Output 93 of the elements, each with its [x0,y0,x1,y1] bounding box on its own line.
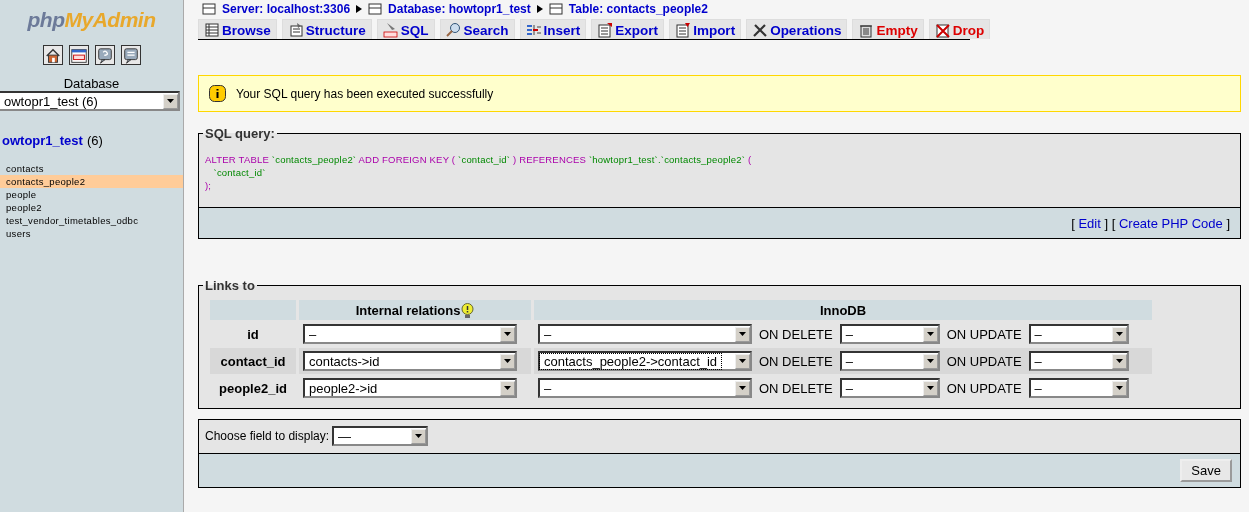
arrow-icon [536,4,543,13]
select-field[interactable]: – [839,351,940,371]
bracket-text: [ [1071,215,1075,231]
breadcrumb-link[interactable]: Server: localhost:3306 [222,1,351,16]
dropdown-arrow-icon [1115,386,1123,390]
code-line: `contact_id` [212,166,267,179]
breadcrumb-link[interactable]: Table: contacts_people2 [568,1,708,16]
tab[interactable]: Structure [281,19,372,39]
dropdown-arrow-icon [739,359,746,363]
help-icon[interactable] [94,45,115,65]
select-field[interactable]: contacts->id [303,351,517,371]
select-field[interactable]: – [538,378,752,398]
table-count: (6) [86,133,103,148]
tab[interactable]: Empty [852,19,924,39]
arrow-icon [356,4,363,13]
table-link[interactable]: test_vendor_timetables_odbc [0,214,183,227]
field-name: people2_id [219,380,287,396]
field-label: Choose field to display: [205,429,330,443]
select-field[interactable]: – [538,324,752,344]
home-icon[interactable] [42,45,63,65]
dropdown-arrow-icon [1115,359,1123,363]
dropdown-arrow-icon [504,332,511,336]
dropdown-arrow-icon [504,359,511,363]
dropdown-arrow-icon [415,434,423,438]
select-field[interactable]: owtopr1_test (6) [0,91,180,111]
breadcrumb-link[interactable]: Database: howtopr1_test [388,1,531,16]
dropdown-arrow-icon [167,99,174,103]
on-delete-label: ON DELETE [759,353,833,369]
save-button[interactable]: Save [1180,459,1232,482]
query-link[interactable]: Create PHP Code [1118,215,1223,231]
on-update-label: ON UPDATE [946,353,1022,369]
bracket-text: ] [1104,215,1109,231]
table-link[interactable]: contacts_people2 [0,175,183,188]
select-field[interactable]: – [303,324,517,344]
insert-icon [525,22,542,38]
select-field[interactable]: contacts_people2->contact_id [538,351,752,371]
on-delete-label: ON DELETE [759,380,833,396]
tab[interactable]: Drop [928,19,991,39]
column-header: InnoDB [819,302,867,318]
table-icon [204,22,220,38]
tab[interactable]: Browse [198,19,277,39]
bracket-text: [ [1111,215,1116,231]
table-link[interactable]: people [0,188,183,201]
dropdown-arrow-icon [504,386,511,390]
select-field[interactable]: – [1028,378,1129,398]
delete-icon [934,22,951,38]
message-text: Your SQL query has been executed successfully [236,86,494,101]
on-update-label: ON UPDATE [946,326,1022,342]
tab[interactable]: Import [669,19,742,39]
logo: phpMyAdmin [26,8,157,32]
tab[interactable]: Search [439,19,515,39]
dropdown-arrow-icon [926,332,934,336]
on-delete-label: ON DELETE [759,326,833,342]
tab[interactable]: Operations [746,19,848,39]
tab[interactable]: SQL [376,19,435,39]
panel-legend: Links to [203,278,257,293]
database-link[interactable]: owtopr1_test [2,133,83,148]
dropdown-arrow-icon [926,359,934,363]
select-field[interactable]: — [332,426,429,446]
table-link[interactable]: users [0,227,183,240]
bracket-text: ] [1226,215,1230,231]
select-field[interactable]: – [839,378,940,398]
search-icon [445,22,462,38]
sql-window-icon[interactable] [68,45,89,65]
table-link[interactable]: contacts [0,162,183,175]
import-icon [675,22,692,38]
structure-icon [287,22,304,38]
field-name: contact_id [220,353,286,369]
select-field[interactable]: – [1028,351,1129,371]
sql-icon [382,22,399,38]
on-update-label: ON UPDATE [946,380,1022,396]
code-line: ); [205,179,213,192]
select-field[interactable]: people2->id [303,378,517,398]
docs-icon[interactable] [120,45,141,65]
export-icon [597,22,614,38]
table-link[interactable]: people2 [0,201,183,214]
select-field[interactable]: – [1028,324,1129,344]
lightbulb-icon [461,302,475,318]
code-line: ALTER TABLE `contacts_people2` ADD FOREIGN KEY ( `contact_id` ) REFERENCES `howtopr1_test`.`contacts_people2` ( [205,153,753,166]
tab[interactable]: Insert [519,19,587,39]
panel-legend: SQL query: [203,126,277,141]
info-icon [209,85,226,102]
trash-icon [858,22,875,38]
database-label: Database [62,76,121,91]
select-field[interactable]: – [839,324,940,344]
dropdown-arrow-icon [1115,332,1123,336]
query-link[interactable]: Edit [1078,215,1101,231]
dropdown-arrow-icon [739,332,746,336]
tab[interactable]: Export [591,19,665,39]
dropdown-arrow-icon [739,386,746,390]
dropdown-arrow-icon [926,386,934,390]
column-header: Internal relations [355,302,461,318]
field-name: id [247,326,259,342]
